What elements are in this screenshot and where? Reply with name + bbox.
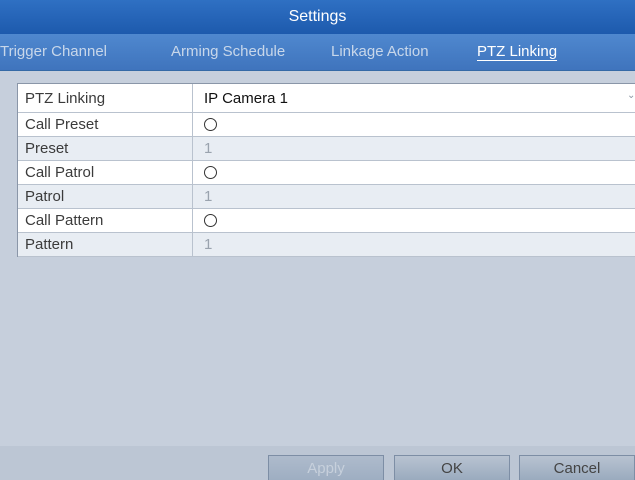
call-pattern-radio[interactable]	[204, 214, 217, 227]
pattern-row: Pattern 1	[18, 233, 635, 257]
tab-linkage-action[interactable]: Linkage Action	[331, 34, 429, 70]
call-pattern-row: Call Pattern	[18, 209, 635, 233]
call-preset-label: Call Preset	[18, 113, 193, 136]
tab-ptz-linking[interactable]: PTZ Linking	[477, 34, 557, 70]
ptz-linking-table: PTZ Linking IP Camera 1 ⌄ Call Preset Pr…	[17, 83, 635, 257]
call-patrol-radio[interactable]	[204, 166, 217, 179]
patrol-row: Patrol 1	[18, 185, 635, 209]
pattern-label: Pattern	[18, 233, 193, 256]
patrol-label: Patrol	[18, 185, 193, 208]
dialog-footer: Apply OK Cancel	[0, 446, 635, 480]
patrol-value[interactable]: 1	[193, 185, 635, 208]
apply-button[interactable]: Apply	[268, 455, 384, 480]
chevron-down-icon[interactable]: ⌄	[627, 89, 635, 103]
window-title: Settings	[0, 0, 635, 34]
tab-bar: Trigger Channel Arming Schedule Linkage …	[0, 34, 635, 71]
settings-content: PTZ Linking IP Camera 1 ⌄ Call Preset Pr…	[0, 71, 635, 446]
call-patrol-label: Call Patrol	[18, 161, 193, 184]
preset-label: Preset	[18, 137, 193, 160]
ptz-linking-select[interactable]: IP Camera 1	[193, 84, 635, 112]
ptz-linking-row: PTZ Linking IP Camera 1 ⌄	[18, 84, 635, 113]
call-preset-row: Call Preset	[18, 113, 635, 137]
tab-arming-schedule[interactable]: Arming Schedule	[171, 34, 285, 70]
call-preset-radio[interactable]	[204, 118, 217, 131]
preset-value[interactable]: 1	[193, 137, 635, 160]
pattern-value[interactable]: 1	[193, 233, 635, 256]
ptz-linking-label: PTZ Linking	[18, 84, 193, 112]
ok-button[interactable]: OK	[394, 455, 510, 480]
tab-trigger-channel[interactable]: Trigger Channel	[0, 34, 107, 70]
settings-dialog: Settings Trigger Channel Arming Schedule…	[0, 0, 635, 480]
preset-row: Preset 1	[18, 137, 635, 161]
ptz-linking-select-value: IP Camera 1	[204, 89, 288, 107]
cancel-button[interactable]: Cancel	[519, 455, 635, 480]
call-patrol-row: Call Patrol	[18, 161, 635, 185]
call-pattern-label: Call Pattern	[18, 209, 193, 232]
